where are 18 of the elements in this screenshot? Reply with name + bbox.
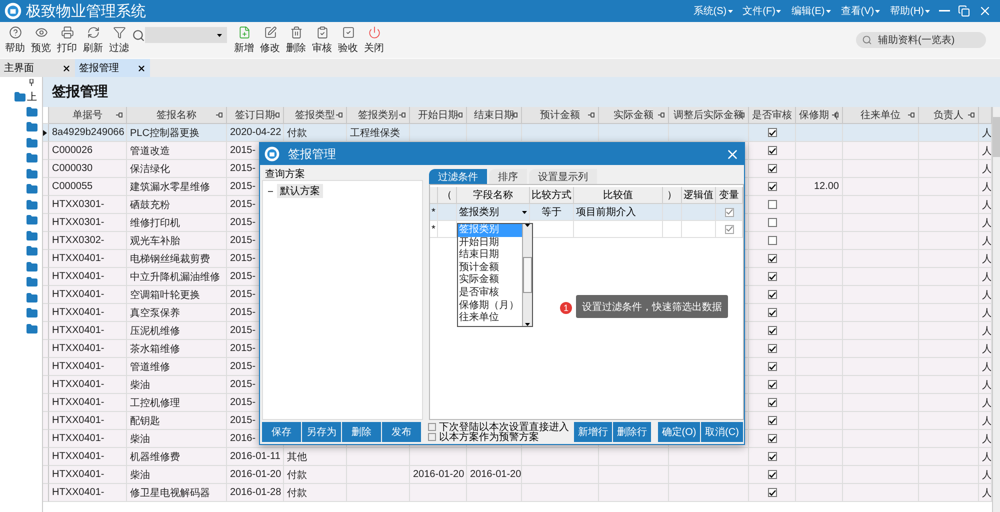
column-header: ） xyxy=(663,187,682,204)
column-header: 变量 xyxy=(716,187,743,204)
tab-label: 主界面 xyxy=(4,62,34,75)
table-cell: 2016-01-28 xyxy=(227,484,284,502)
table-cell: HTXX0401- xyxy=(49,484,127,502)
column-header: （ xyxy=(438,187,457,204)
column-header: 逻辑值 xyxy=(682,187,716,204)
step-badge: 1 xyxy=(560,302,572,314)
column-header: 字段名称 xyxy=(457,187,530,204)
table-cell: 付款 xyxy=(284,484,347,502)
table-cell: 修卫星电视解码器 xyxy=(127,484,227,502)
dialog-title: 签报管理 xyxy=(288,146,336,162)
column-header: 比较值 xyxy=(574,187,663,204)
tooltip: 设置过滤条件，快速筛选出数据 xyxy=(576,295,728,318)
app-title: 极致物业管理系统 xyxy=(26,2,146,20)
column-header: 比较方式 xyxy=(530,187,574,204)
page-title: 签报管理 xyxy=(51,82,109,101)
tab-label: 签报管理 xyxy=(79,62,119,75)
